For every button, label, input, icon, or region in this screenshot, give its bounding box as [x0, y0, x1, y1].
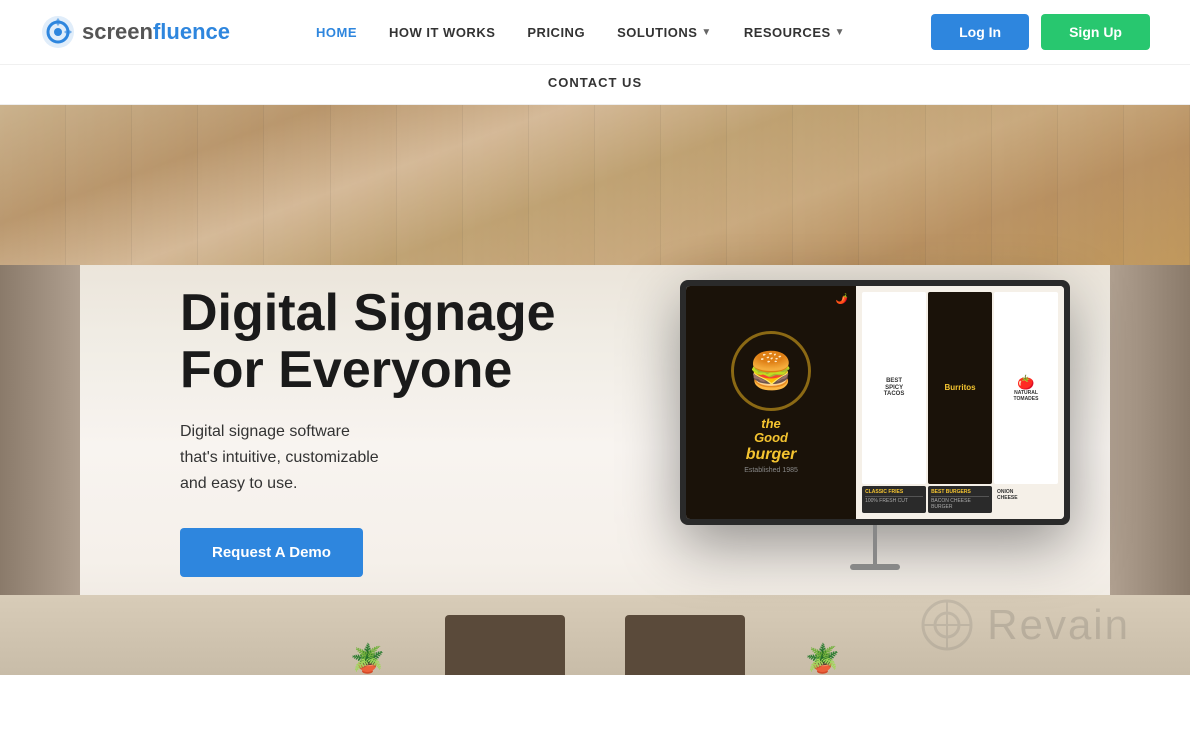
header-bottom: CONTACT US	[0, 64, 1190, 104]
hero-subtitle: Digital signage softwarethat's intuitive…	[180, 419, 556, 496]
signup-button[interactable]: Sign Up	[1041, 14, 1150, 50]
site-header: screenfluence HOME HOW IT WORKS PRICING …	[0, 0, 1190, 105]
contact-us-link[interactable]: CONTACT US	[548, 75, 642, 90]
menu-cell-tacos: BESTSPICYTACOS	[862, 292, 926, 484]
solutions-chevron-icon: ▼	[701, 27, 711, 38]
menu-cell-fries: CLASSIC FRIES 100% FRESH CUT	[862, 486, 926, 513]
tv-frame: 🌶️ 🍔 theGoodburger Established 1985 BEST…	[680, 280, 1070, 525]
menu-cell-onion: ONIONCHEESE	[994, 486, 1058, 513]
established-text: Established 1985	[744, 467, 798, 474]
logo-text: screenfluence	[82, 19, 230, 45]
nav-solutions[interactable]: SOLUTIONS ▼	[617, 25, 712, 40]
wood-ceiling	[0, 105, 1190, 265]
revain-logo-icon	[917, 595, 977, 655]
restaurant-name: theGoodburger	[746, 417, 797, 463]
nav-home[interactable]: HOME	[316, 25, 357, 40]
resources-chevron-icon: ▼	[835, 27, 845, 38]
header-top: screenfluence HOME HOW IT WORKS PRICING …	[0, 0, 1190, 64]
request-demo-button[interactable]: Request A Demo	[180, 528, 363, 577]
menu-left-panel: 🌶️ 🍔 theGoodburger Established 1985	[686, 286, 856, 519]
burger-icon: 🍔	[749, 350, 794, 392]
login-button[interactable]: Log In	[931, 14, 1029, 50]
tv-mockup: 🌶️ 🍔 theGoodburger Established 1985 BEST…	[680, 280, 1070, 525]
tv-screen: 🌶️ 🍔 theGoodburger Established 1985 BEST…	[686, 286, 1064, 519]
nav-pricing[interactable]: PRICING	[527, 25, 585, 40]
burger-circle: 🍔	[731, 331, 811, 411]
menu-bottom-row: CLASSIC FRIES 100% FRESH CUT BEST BURGER…	[862, 486, 1058, 513]
chili-decoration: 🌶️	[836, 294, 848, 305]
plant-decoration-2: 🪴	[805, 642, 840, 675]
hero-section: Digital Signage For Everyone Digital sig…	[0, 105, 1190, 675]
menu-top-row: BESTSPICYTACOS Burritos 🍅 NATURALTOMADES	[862, 292, 1058, 484]
table-silhouette	[445, 615, 565, 675]
header-buttons: Log In Sign Up	[931, 14, 1150, 50]
main-nav: HOME HOW IT WORKS PRICING SOLUTIONS ▼ RE…	[316, 25, 845, 40]
plant-decoration: 🪴	[350, 642, 385, 675]
hero-title: Digital Signage For Everyone	[180, 285, 556, 399]
tv-stand	[873, 525, 877, 565]
menu-cell-tomatoes: 🍅 NATURALTOMADES	[994, 292, 1058, 484]
table-silhouette-2	[625, 615, 745, 675]
tv-base	[850, 564, 900, 570]
logo[interactable]: screenfluence	[40, 14, 230, 50]
revain-watermark: Revain	[917, 595, 1130, 655]
menu-cell-burritos: Burritos	[928, 292, 992, 484]
hero-content: Digital Signage For Everyone Digital sig…	[180, 285, 556, 577]
nav-how-it-works[interactable]: HOW IT WORKS	[389, 25, 495, 40]
menu-right-panel: BESTSPICYTACOS Burritos 🍅 NATURALTOMADES…	[856, 286, 1064, 519]
revain-brand-text: Revain	[987, 601, 1130, 649]
nav-resources[interactable]: RESOURCES ▼	[744, 25, 845, 40]
menu-cell-burgers: BEST BURGERS BACON CHEESE BURGER	[928, 486, 992, 513]
logo-icon	[40, 14, 76, 50]
